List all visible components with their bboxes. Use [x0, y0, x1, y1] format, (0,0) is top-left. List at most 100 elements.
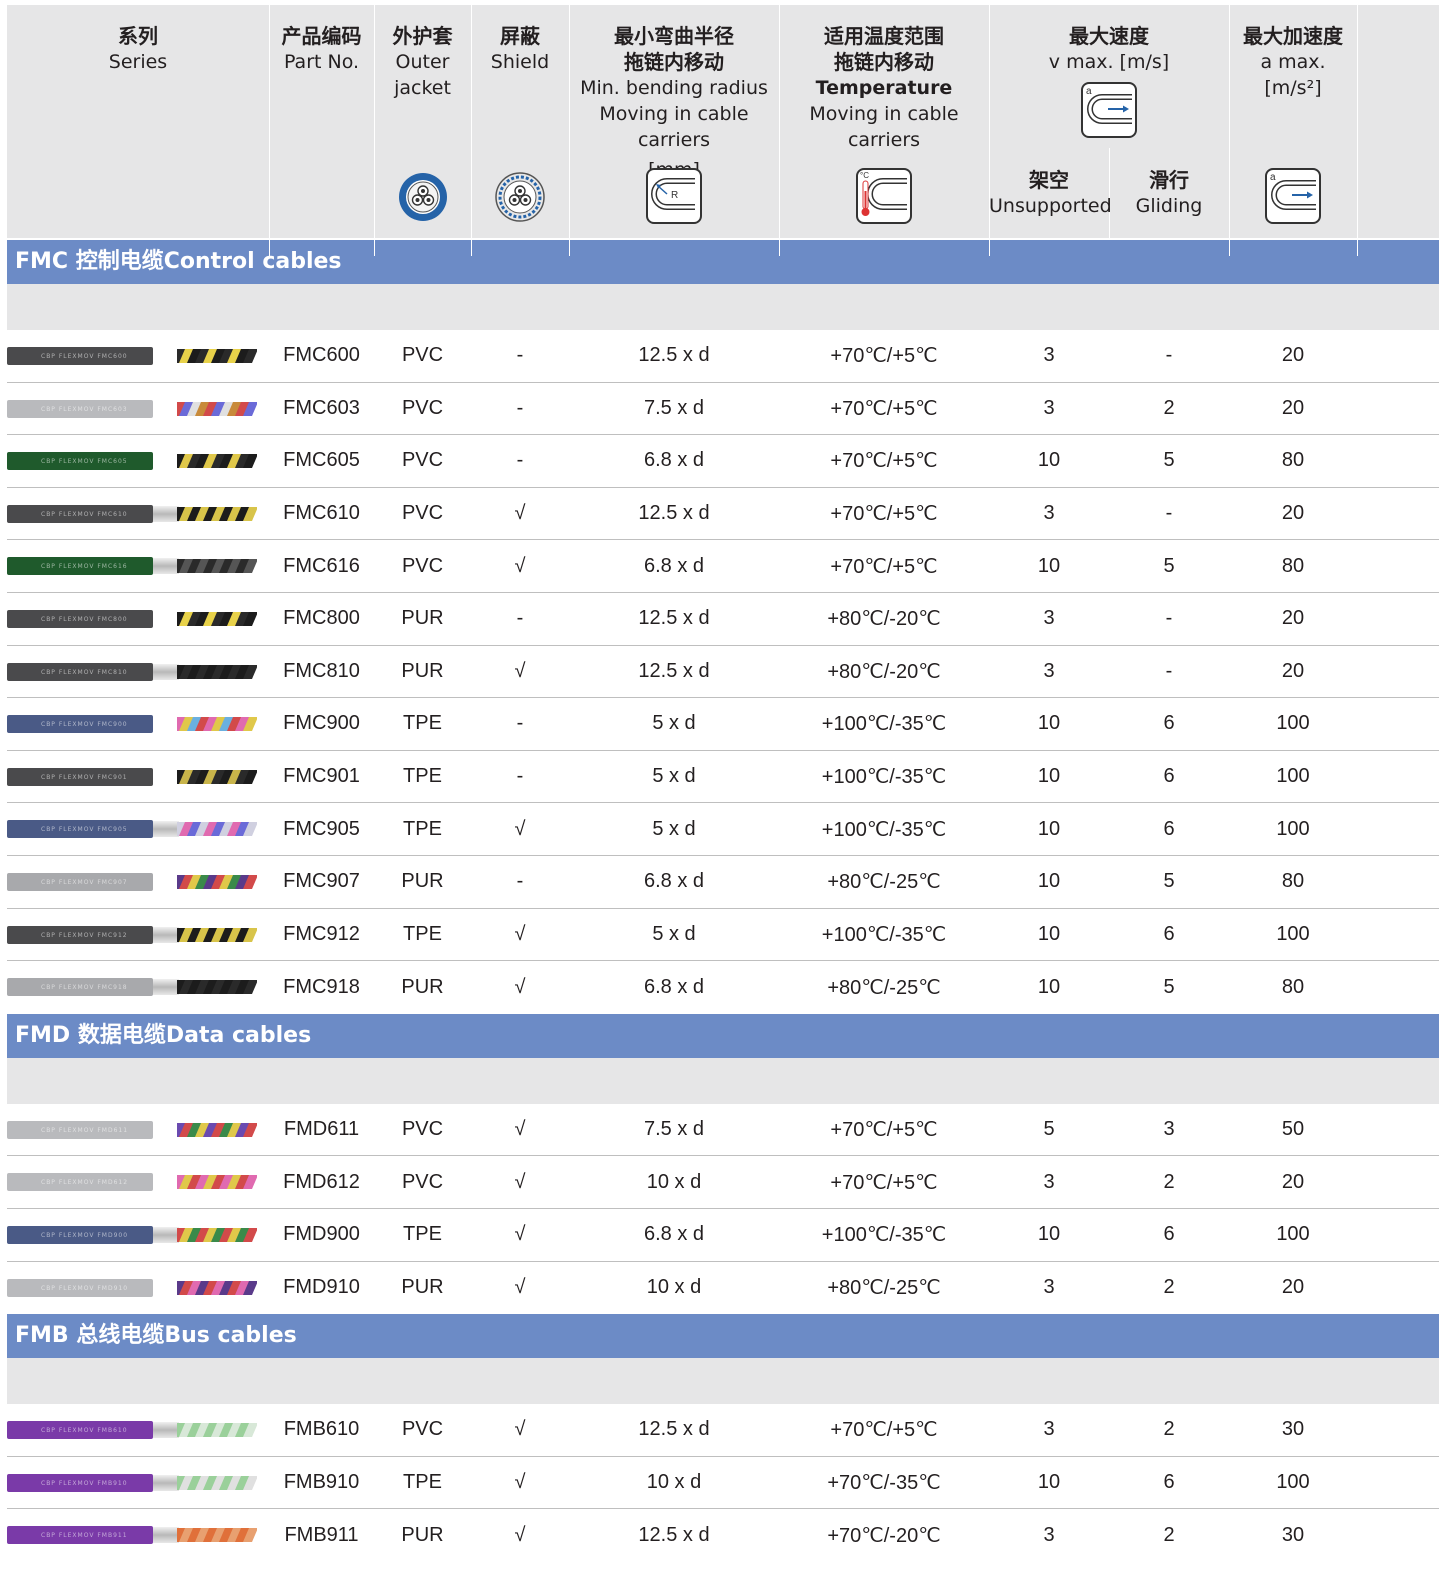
jacket-cell: PVC	[401, 1170, 444, 1193]
header-speed-gliding: 滑行 Gliding	[1109, 167, 1229, 219]
temperature-cell: +80℃/-25℃	[827, 871, 941, 894]
shield-cell: √	[514, 1276, 526, 1299]
cable-image: CBP FLEXMOV FMB911	[7, 1523, 257, 1547]
acceleration-cell: 50	[1281, 1118, 1305, 1141]
cable-image: CBP FLEXMOV FMC800	[7, 607, 257, 631]
shield-cell: √	[514, 554, 526, 577]
cable-cores	[177, 927, 257, 942]
table-row: CBP FLEXMOV FMC901 FMC901 TPE - 5 x d +100℃/-…	[7, 750, 1439, 804]
table-row: CBP FLEXMOV FMC800 FMC800 PUR - 12.5 x d +80℃…	[7, 592, 1439, 646]
temperature-cell: +70℃/+5℃	[830, 1119, 938, 1142]
header-part-no: 产品编码 Part No.	[269, 5, 375, 256]
bending-radius-icon: R	[646, 168, 702, 224]
section-spacer	[7, 1057, 1439, 1104]
jacket-cell: TPE	[403, 765, 442, 788]
part-no-cell: FMD611	[283, 1118, 360, 1141]
jacket-cell: PVC	[401, 449, 444, 472]
speed-gliding-cell: 6	[1163, 817, 1175, 840]
cable-print: CBP FLEXMOV FMC800	[41, 615, 128, 623]
jacket-cell: PVC	[401, 396, 444, 419]
acceleration-cell: 30	[1281, 1524, 1305, 1547]
header-series: 系列 Series	[7, 5, 270, 256]
temperature-cell: +70℃/+5℃	[830, 1419, 938, 1442]
acceleration-cell: 80	[1281, 554, 1305, 577]
temperature-cell: +70℃/+5℃	[830, 555, 938, 578]
header-accel-zh: 最大加速度	[1243, 24, 1343, 48]
cable-image: CBP FLEXMOV FMD910	[7, 1276, 257, 1300]
speed-carrier-icon: a	[1081, 82, 1137, 138]
bending-radius-cell: 5 x d	[652, 712, 696, 735]
speed-unsupported-cell: 10	[1037, 922, 1061, 945]
shield-cell: -	[516, 607, 524, 630]
header-temperature: 适用温度范围 拖链内移动 Temperature Moving in cable…	[779, 5, 990, 256]
temperature-cell: +100℃/-35℃	[821, 766, 947, 789]
header-bending-zh2: 拖链内移动	[624, 50, 724, 74]
bending-radius-cell: 12.5 x d	[638, 344, 710, 367]
speed-gliding-cell: -	[1165, 344, 1173, 367]
part-no-cell: FMB911	[284, 1524, 359, 1547]
section-spacer	[7, 1358, 1439, 1405]
cable-cores	[177, 874, 257, 889]
speed-unsupported-cell: 10	[1037, 817, 1061, 840]
cable-print: CBP FLEXMOV FMB911	[41, 1532, 128, 1540]
cable-shield-braid	[153, 821, 179, 838]
cable-cores	[177, 1475, 257, 1490]
speed-unsupported-cell: 10	[1037, 975, 1061, 998]
cable-cores	[177, 401, 257, 416]
part-no-cell: FMC603	[283, 396, 360, 419]
bending-radius-cell: 12.5 x d	[638, 502, 710, 525]
shield-cell: -	[516, 712, 524, 735]
speed-unsupported-cell: 10	[1037, 1470, 1061, 1493]
cable-cores	[177, 1227, 257, 1242]
part-no-cell: FMC918	[283, 975, 360, 998]
speed-gliding-cell: 6	[1163, 712, 1175, 735]
part-no-cell: FMC810	[283, 659, 360, 682]
shield-cell: -	[516, 765, 524, 788]
speed-gliding-cell: 5	[1163, 449, 1175, 472]
acceleration-cell: 80	[1281, 870, 1305, 893]
cable-jacket: CBP FLEXMOV FMB610	[7, 1421, 153, 1440]
part-no-cell: FMD910	[283, 1276, 360, 1299]
speed-unsupported-cell: 10	[1037, 449, 1061, 472]
acceleration-cell: 100	[1276, 922, 1310, 945]
cable-print: CBP FLEXMOV FMD910	[41, 1284, 129, 1292]
table-row: CBP FLEXMOV FMC616 FMC616 PVC √ 6.8 x d +70℃/…	[7, 540, 1439, 593]
cable-shield-braid	[153, 558, 179, 575]
cable-cores	[177, 1280, 257, 1295]
acceleration-cell: 100	[1276, 817, 1310, 840]
speed-unsupported-cell: 3	[1043, 1276, 1055, 1299]
header-speed-zh: 最大速度	[1069, 24, 1149, 48]
cable-image: CBP FLEXMOV FMB610	[7, 1418, 257, 1442]
shield-cell: √	[514, 659, 526, 682]
bending-radius-cell: 6.8 x d	[643, 975, 705, 998]
part-no-cell: FMC900	[283, 712, 360, 735]
speed-gliding-cell: 6	[1163, 922, 1175, 945]
cable-shield-braid	[153, 505, 179, 522]
bending-radius-cell: 5 x d	[652, 765, 696, 788]
shield-cell: -	[516, 344, 524, 367]
cable-image: CBP FLEXMOV FMC610	[7, 502, 257, 526]
header-outer-jacket-zh: 外护套	[392, 24, 453, 48]
speed-unsupported-cell: 3	[1043, 502, 1055, 525]
shield-cell: -	[516, 449, 524, 472]
cable-print: CBP FLEXMOV FMC901	[41, 773, 128, 781]
header-bending-zh1: 最小弯曲半径	[614, 24, 734, 48]
acceleration-cell: 20	[1281, 607, 1305, 630]
temperature-cell: +80℃/-25℃	[827, 1277, 941, 1300]
cable-jacket: CBP FLEXMOV FMD612	[7, 1173, 153, 1192]
part-no-cell: FMC901	[283, 765, 360, 788]
temperature-cell: +70℃/-35℃	[827, 1471, 941, 1494]
header-bending-en2: Moving in cable carriers	[599, 103, 749, 151]
acceleration-cell: 20	[1281, 344, 1305, 367]
header-accel-en: a max.	[1260, 51, 1326, 73]
acceleration-cell: 20	[1281, 1276, 1305, 1299]
acceleration-cell: 100	[1276, 765, 1310, 788]
acceleration-cell: 30	[1281, 1418, 1305, 1441]
cable-jacket: CBP FLEXMOV FMC605	[7, 452, 153, 471]
header-series-zh: 系列	[118, 24, 158, 48]
cable-cores	[177, 664, 257, 679]
header-temperature-zh2: 拖链内移动	[834, 50, 934, 74]
bending-radius-cell: 6.8 x d	[643, 449, 705, 472]
cable-image: CBP FLEXMOV FMD900	[7, 1223, 257, 1247]
table-row: CBP FLEXMOV FMC603 FMC603 PVC - 7.5 x d +70℃/…	[7, 382, 1439, 436]
